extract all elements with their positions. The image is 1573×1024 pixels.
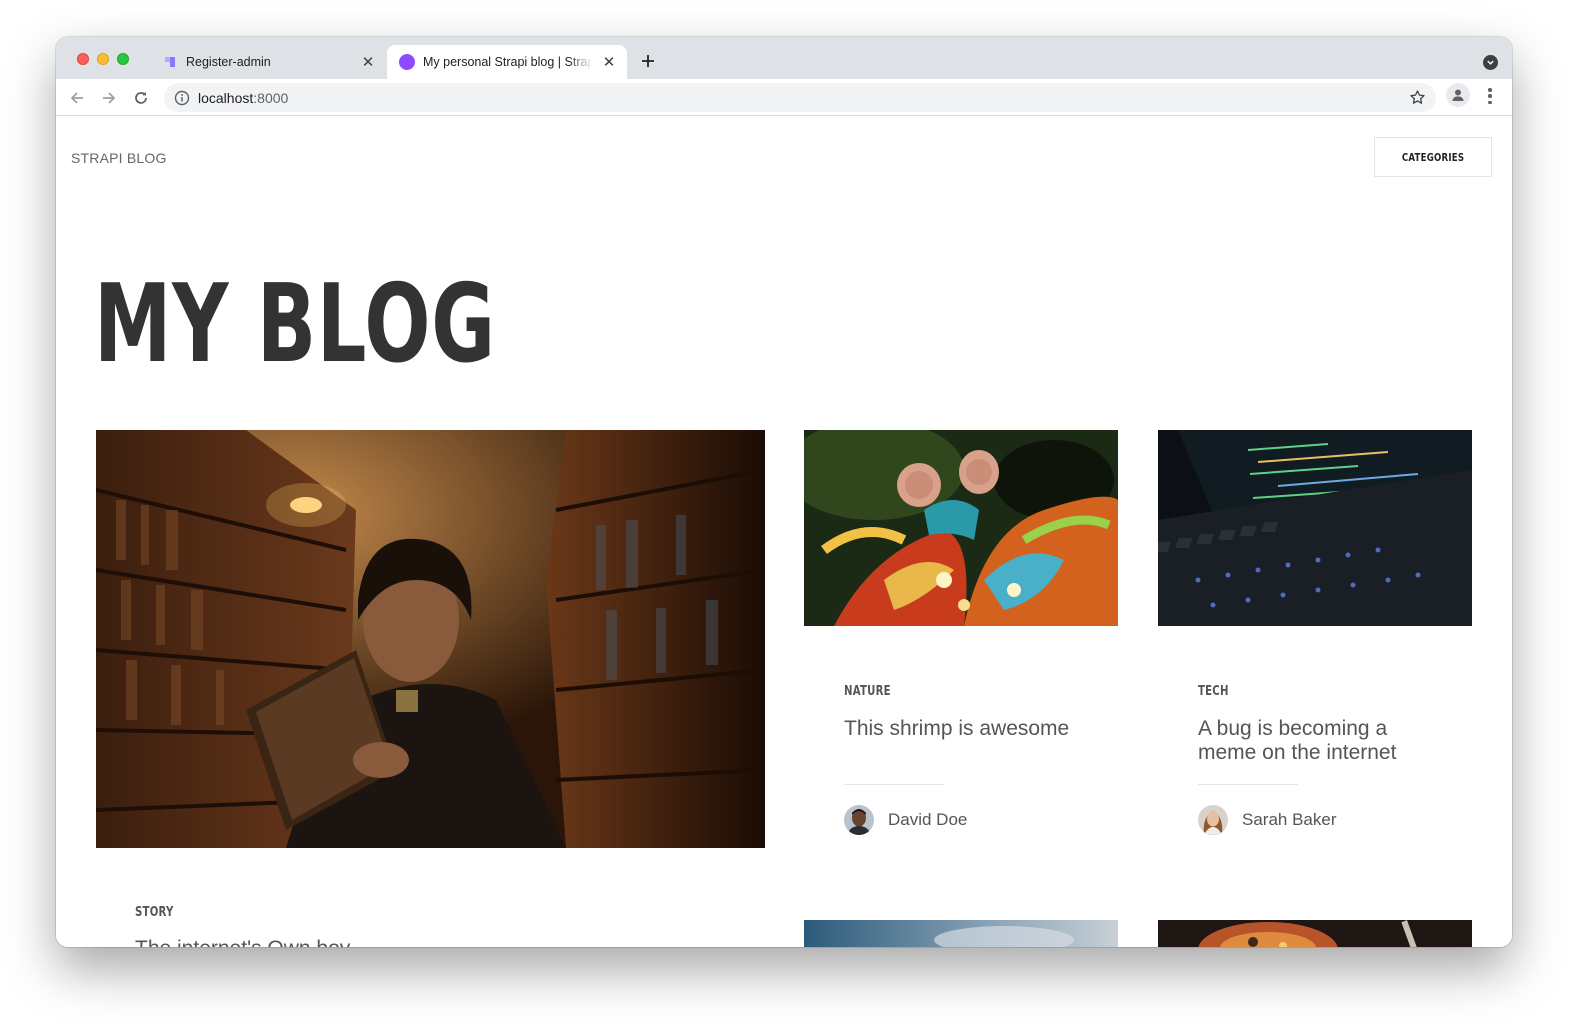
card-divider	[1198, 784, 1298, 785]
zoom-window-button[interactable]	[117, 53, 129, 65]
author-avatar	[844, 805, 874, 835]
card-divider	[844, 784, 944, 785]
close-tab-icon[interactable]: ✕	[601, 54, 617, 71]
minimize-window-button[interactable]	[97, 53, 109, 65]
close-tab-icon[interactable]: ✕	[360, 54, 376, 71]
article-category[interactable]: NATURE	[844, 684, 891, 699]
url-text: localhost:8000	[198, 90, 288, 106]
plus-icon	[642, 55, 654, 67]
tab-title: My personal Strapi blog | Strapi	[423, 55, 593, 69]
profile-avatar-button[interactable]	[1446, 83, 1470, 107]
article-title[interactable]: A bug is becoming a meme on the internet	[1198, 717, 1428, 765]
featured-article-image[interactable]	[96, 430, 765, 848]
bookmark-star-icon[interactable]	[1409, 89, 1426, 106]
article-author: Sarah Baker	[1198, 805, 1337, 835]
url-host: localhost	[198, 89, 254, 106]
address-bar[interactable]: localhost:8000	[164, 83, 1436, 112]
article-image-tech[interactable]	[1158, 430, 1472, 626]
tab-search-button[interactable]	[1483, 55, 1498, 70]
page-title: MY BLOG	[94, 262, 496, 387]
info-icon[interactable]	[174, 90, 190, 106]
url-port: :8000	[253, 89, 289, 106]
author-avatar	[1198, 805, 1228, 835]
site-brand-link[interactable]: STRAPI BLOG	[71, 150, 167, 166]
chevron-down-icon	[1487, 60, 1494, 65]
tab-strapi-blog[interactable]: My personal Strapi blog | Strapi ✕	[387, 45, 627, 79]
tab-register-admin[interactable]: Register-admin ✕	[152, 45, 386, 79]
article-title[interactable]: The internet's Own boy	[135, 937, 350, 947]
web-page: STRAPI BLOG CATEGORIES MY BLOG NATURE Th…	[56, 117, 1512, 947]
browser-window: Register-admin ✕ My personal Strapi blog…	[56, 37, 1512, 947]
author-name: Sarah Baker	[1242, 810, 1337, 829]
article-category[interactable]: TECH	[1198, 684, 1229, 699]
close-window-button[interactable]	[77, 53, 89, 65]
tab-strip: Register-admin ✕ My personal Strapi blog…	[56, 37, 1512, 79]
forward-button[interactable]	[97, 86, 121, 110]
article-title[interactable]: This shrimp is awesome	[844, 717, 1084, 741]
author-name: David Doe	[888, 810, 968, 829]
article-image-sky[interactable]	[804, 920, 1118, 947]
article-image-food[interactable]	[1158, 920, 1472, 947]
tab-title: Register-admin	[186, 55, 271, 69]
new-tab-button[interactable]	[638, 51, 658, 71]
site-favicon-icon	[399, 54, 415, 70]
browser-menu-button[interactable]	[1482, 87, 1498, 105]
reload-button[interactable]	[129, 86, 153, 110]
arrow-left-icon	[70, 92, 83, 104]
arrow-right-icon	[103, 92, 116, 104]
article-category[interactable]: STORY	[135, 905, 174, 920]
strapi-logo-icon	[165, 57, 175, 67]
browser-toolbar: localhost:8000	[56, 79, 1512, 116]
person-icon	[1452, 89, 1464, 101]
reload-icon	[135, 91, 147, 104]
categories-button[interactable]: CATEGORIES	[1374, 137, 1492, 177]
categories-button-label: CATEGORIES	[1401, 150, 1465, 164]
back-button[interactable]	[65, 86, 89, 110]
article-image-shrimp[interactable]	[804, 430, 1118, 626]
article-author: David Doe	[844, 805, 967, 835]
